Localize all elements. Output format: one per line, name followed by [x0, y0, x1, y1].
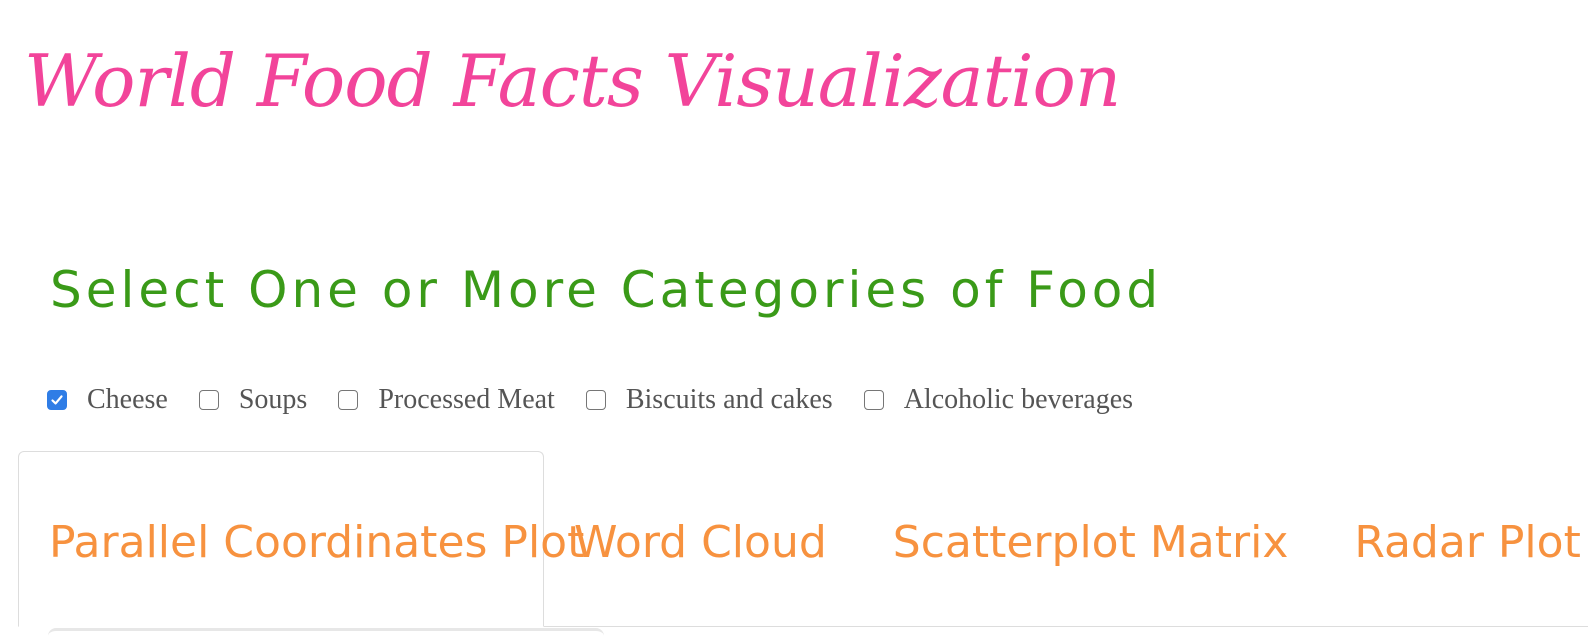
soups-checkbox[interactable]: [198, 390, 219, 410]
cheese-label: Cheese: [87, 384, 168, 415]
soups-label: Soups: [238, 384, 308, 415]
category-option-processed-meat[interactable]: Processed Meat: [338, 384, 555, 416]
processed-meat-checkbox[interactable]: [338, 390, 359, 410]
tab-label: Parallel Coordinates Plot: [49, 517, 585, 568]
category-option-alcoholic-beverages[interactable]: Alcoholic beverages: [863, 384, 1134, 416]
visualization-tabs: Parallel Coordinates Plot Word Cloud Sca…: [18, 451, 1588, 627]
tab-label: Word Cloud: [574, 517, 827, 568]
processed-meat-label: Processed Meat: [378, 384, 555, 415]
category-heading: Select One or More Categories of Food: [50, 261, 1163, 319]
biscuits-and-cakes-label: Biscuits and cakes: [625, 384, 833, 415]
cheese-checkbox[interactable]: [47, 390, 67, 410]
category-option-cheese[interactable]: Cheese: [47, 384, 168, 416]
tab-label: Radar Plot: [1354, 517, 1581, 568]
biscuits-and-cakes-checkbox[interactable]: [585, 390, 606, 410]
category-option-soups[interactable]: Soups: [198, 384, 308, 416]
tab-word-cloud[interactable]: Word Cloud: [544, 451, 863, 627]
tab-label: Scatterplot Matrix: [892, 517, 1289, 568]
page-title: World Food Facts Visualization: [24, 39, 1121, 123]
tab-parallel-coordinates-plot[interactable]: Parallel Coordinates Plot: [18, 451, 584, 627]
tab-scatterplot-matrix[interactable]: Scatterplot Matrix: [863, 451, 1325, 627]
checkmark-icon: [51, 395, 63, 405]
alcoholic-beverages-label: Alcoholic beverages: [903, 384, 1134, 415]
tab-radar-plot[interactable]: Radar Plot: [1324, 451, 1588, 627]
alcoholic-beverages-checkbox[interactable]: [863, 390, 884, 410]
category-checkbox-group: Cheese Soups Processed Meat Biscuits and…: [47, 380, 1164, 420]
category-option-biscuits-and-cakes[interactable]: Biscuits and cakes: [585, 384, 833, 416]
tab-content-panel-edge: [48, 628, 604, 640]
